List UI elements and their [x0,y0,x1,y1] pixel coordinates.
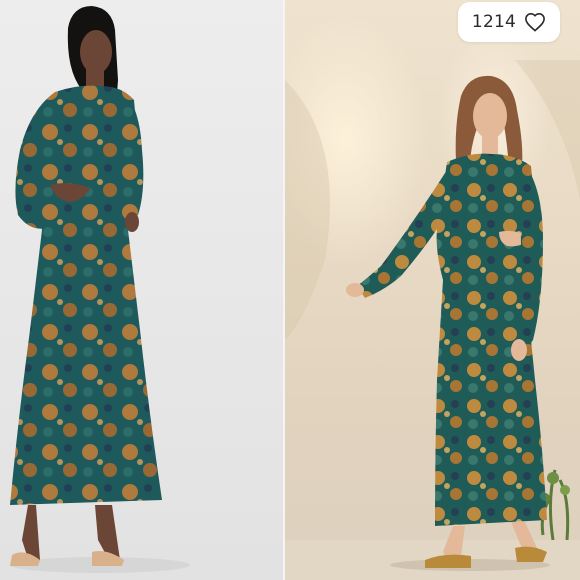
back-view-illustration [10,6,190,573]
back-view-photo[interactable] [0,0,283,580]
like-button[interactable]: 1214 [457,2,560,42]
front-view-photo[interactable] [285,0,580,580]
heart-outline-icon [524,12,546,32]
front-view-illustration [285,60,580,580]
listing-image-viewer: 1214 [0,0,580,580]
like-count: 1214 [471,12,516,32]
